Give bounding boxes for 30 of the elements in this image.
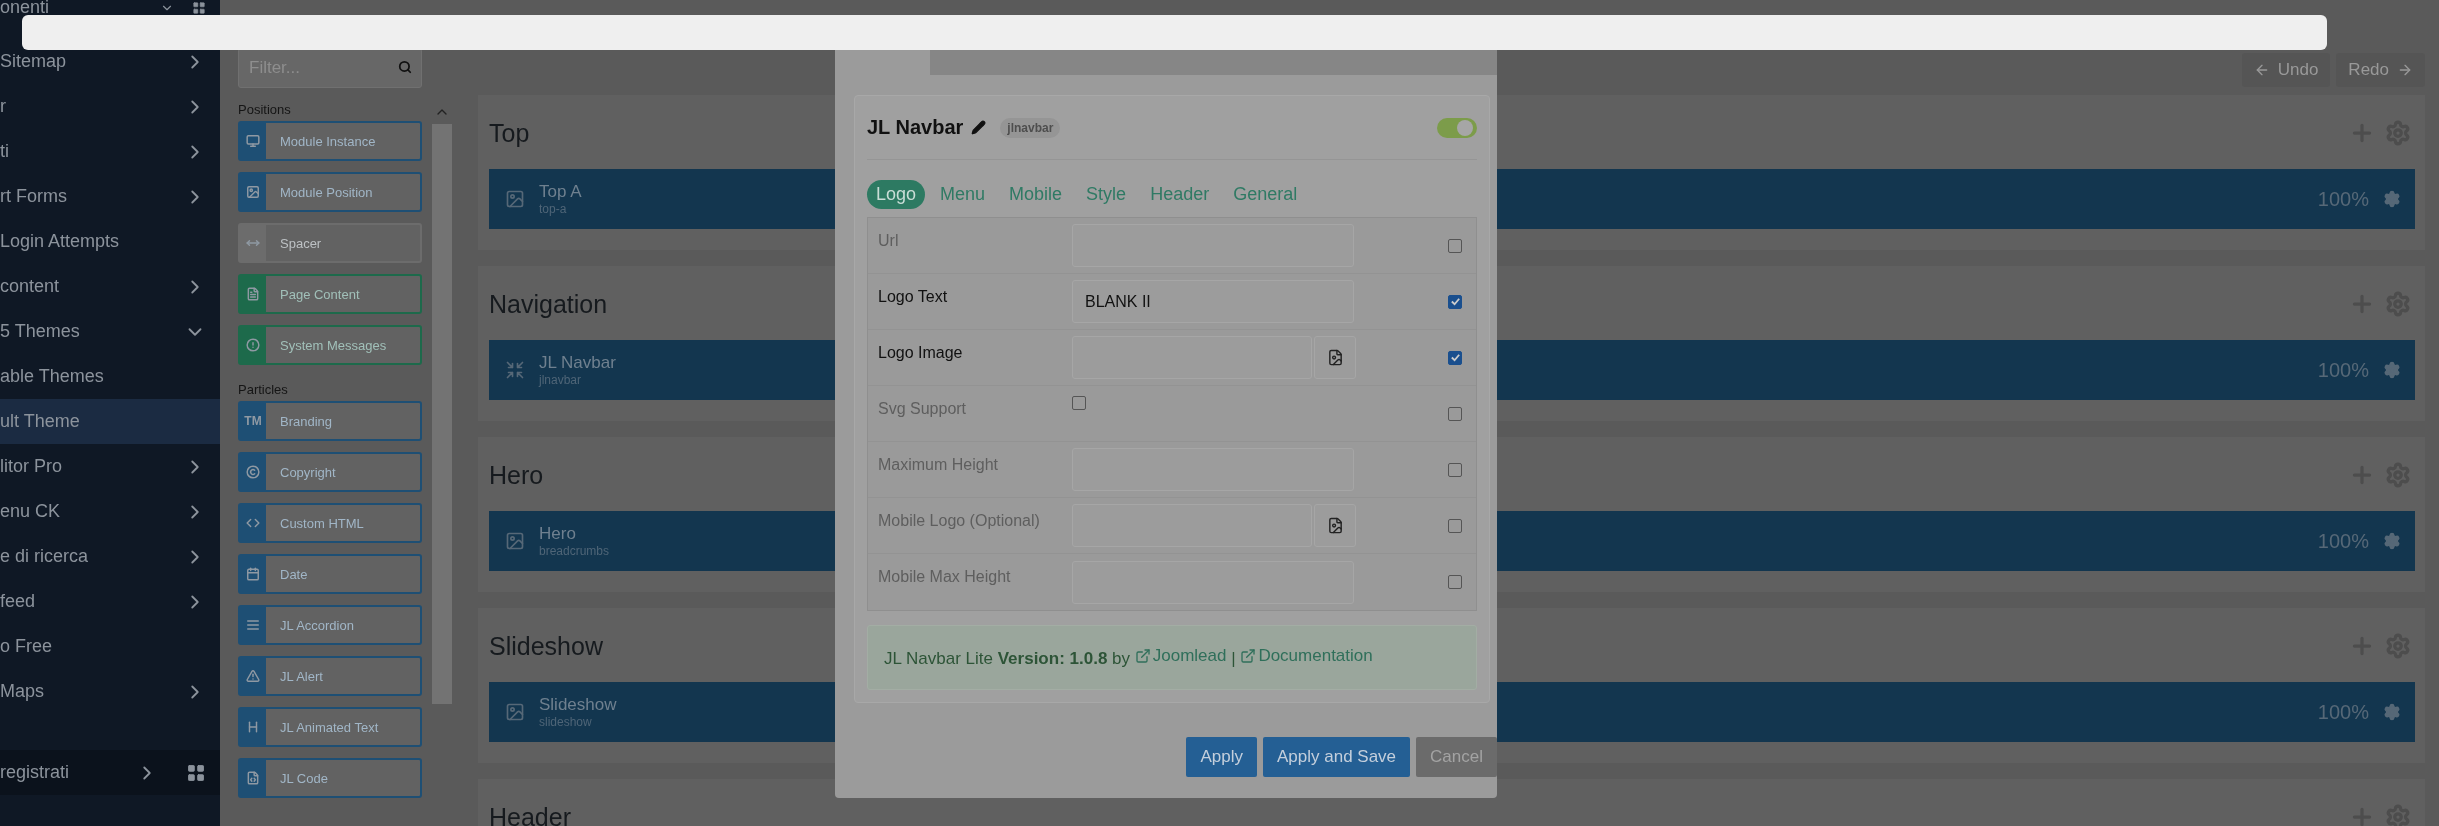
section-title: Top: [489, 118, 530, 148]
block-width: 100%: [2317, 529, 2369, 553]
particle-title: JL Navbar: [867, 116, 964, 139]
block-width: 100%: [2317, 187, 2369, 211]
field-label: Svg Support: [878, 400, 968, 418]
group-title: Positions: [238, 102, 292, 117]
field-label: Mobile Max Height: [878, 568, 1012, 586]
block-width: 100%: [2317, 358, 2369, 382]
field-label: Logo Image: [878, 344, 964, 362]
block-width: 100%: [2317, 700, 2369, 724]
field-label: Url: [878, 232, 900, 250]
particle-badge: jlnavbar: [1000, 117, 1061, 138]
section-title: Navigation: [489, 289, 608, 319]
block-subtitle: top-a: [539, 202, 567, 216]
section-title: Slideshow: [489, 631, 603, 661]
block-title: Hero: [539, 524, 576, 544]
trademark-glyph: TM: [240, 403, 266, 439]
field-label: Logo Text: [878, 288, 949, 306]
version-info: JL Navbar Lite Version: 1.0.8 by Joomlead | Documentation: [884, 646, 1374, 669]
field-label: Mobile Logo (Optional): [878, 512, 1041, 530]
group-title: Particles: [238, 382, 289, 397]
block-subtitle: breadcrumbs: [539, 544, 610, 558]
block-subtitle: jlnavbar: [539, 373, 582, 387]
section-title: Hero: [489, 460, 544, 490]
block-title: Slideshow: [539, 695, 617, 715]
block-title: JL Navbar: [539, 353, 616, 373]
section-title: Header: [489, 802, 571, 826]
block-title: Top A: [539, 182, 582, 202]
field-label: Maximum Height: [878, 456, 1000, 474]
block-subtitle: slideshow: [539, 715, 592, 729]
